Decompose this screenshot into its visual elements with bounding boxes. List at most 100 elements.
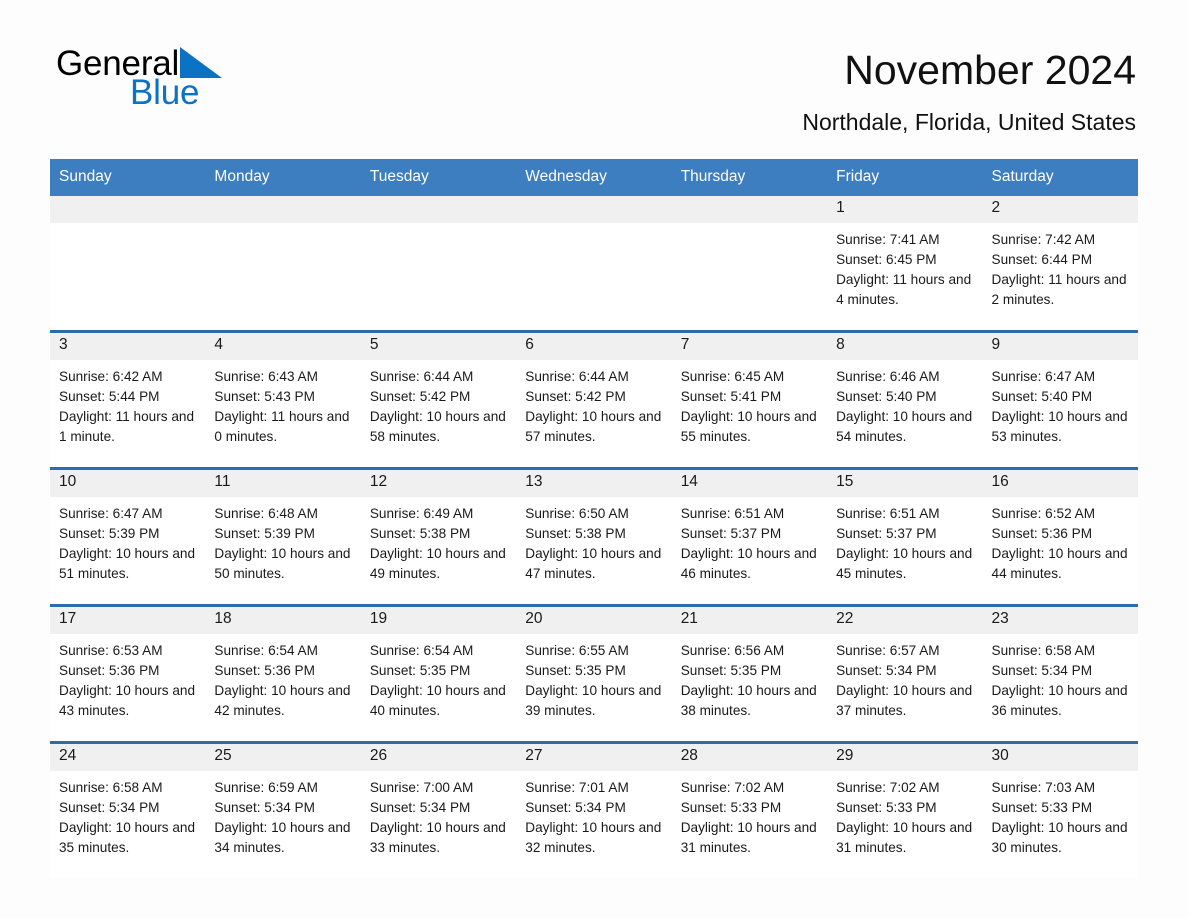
day-number: 29 [827,743,983,771]
calendar-day-cell[interactable]: 9 Sunrise: 6:47 AM Sunset: 5:40 PM Daylight… [982,329,1138,468]
day-cell-inner: 13 Sunrise: 6:50 AM Sunset: 5:38 PM Dayligh… [516,469,672,604]
day-cell-inner: 22 Sunrise: 6:57 AM Sunset: 5:34 PM Dayligh… [827,606,983,741]
sunset-text: Sunset: 5:39 PM [59,525,160,541]
day-details: Sunrise: 6:42 AM Sunset: 5:44 PM Daylight:… [50,360,205,447]
day-number: 22 [827,606,983,634]
sunset-text: Sunset: 5:34 PM [214,799,315,815]
calendar-day-cell[interactable]: 5 Sunrise: 6:44 AM Sunset: 5:42 PM Daylight… [360,329,517,468]
sunrise-text: Sunrise: 6:55 AM [525,642,629,658]
sunset-text: Sunset: 5:42 PM [525,388,626,404]
day-number: 15 [827,469,983,497]
calendar-day-cell[interactable]: 14 Sunrise: 6:51 AM Sunset: 5:37 PM Dayligh… [671,466,828,605]
sunrise-text: Sunrise: 6:53 AM [59,642,163,658]
daylight-text: Daylight: 10 hours and 42 minutes. [214,682,351,718]
weekday-header-saturday: Saturday [982,158,1138,196]
calendar-day-cell[interactable]: 16 Sunrise: 6:52 AM Sunset: 5:36 PM Dayligh… [982,466,1138,605]
daylight-text: Daylight: 10 hours and 51 minutes. [59,545,196,581]
day-number: 16 [982,469,1138,497]
sunset-text: Sunset: 5:33 PM [991,799,1093,815]
calendar-day-cell[interactable]: 22 Sunrise: 6:57 AM Sunset: 5:34 PM Dayligh… [827,603,983,742]
daylight-text: Daylight: 10 hours and 31 minutes. [680,819,817,855]
calendar-day-cell[interactable]: 7 Sunrise: 6:45 AM Sunset: 5:41 PM Daylight… [671,329,828,468]
day-details: Sunrise: 6:47 AM Sunset: 5:40 PM Daylight:… [983,360,1138,447]
day-cell-inner [360,195,517,330]
daylight-text: Daylight: 10 hours and 39 minutes. [525,682,662,718]
calendar-day-cell[interactable]: 25 Sunrise: 6:59 AM Sunset: 5:34 PM Dayligh… [205,740,361,878]
calendar-day-cell-empty [360,195,517,331]
day-cell-inner: 11 Sunrise: 6:48 AM Sunset: 5:39 PM Dayligh… [205,469,361,604]
calendar-day-cell[interactable]: 15 Sunrise: 6:51 AM Sunset: 5:37 PM Dayligh… [827,466,983,605]
day-details: Sunrise: 6:53 AM Sunset: 5:36 PM Daylight:… [50,634,205,721]
calendar-day-cell[interactable]: 17 Sunrise: 6:53 AM Sunset: 5:36 PM Dayligh… [50,603,206,742]
weekday-header-wednesday: Wednesday [516,158,672,196]
title-block: November 2024 Northdale, Florida, United… [802,46,1136,137]
sunrise-text: Sunrise: 6:47 AM [59,505,163,521]
daylight-text: Daylight: 10 hours and 50 minutes. [214,545,351,581]
day-cell-inner: 30 Sunrise: 7:03 AM Sunset: 5:33 PM Dayligh… [982,743,1138,878]
sunset-text: Sunset: 5:36 PM [214,662,315,678]
calendar-day-cell-empty [205,195,361,331]
calendar-day-cell[interactable]: 26 Sunrise: 7:00 AM Sunset: 5:34 PM Dayligh… [360,740,517,878]
daylight-text: Daylight: 10 hours and 34 minutes. [214,819,351,855]
day-cell-inner: 18 Sunrise: 6:54 AM Sunset: 5:36 PM Dayligh… [205,606,361,741]
daylight-text: Daylight: 10 hours and 49 minutes. [369,545,506,581]
sunrise-text: Sunrise: 6:48 AM [214,505,318,521]
day-number: 11 [205,469,361,497]
calendar-week-row: 24 Sunrise: 6:58 AM Sunset: 5:34 PM Dayligh… [50,740,1138,878]
sunrise-text: Sunrise: 6:54 AM [214,642,318,658]
calendar-day-cell[interactable]: 24 Sunrise: 6:58 AM Sunset: 5:34 PM Dayligh… [50,740,206,878]
day-cell-inner: 5 Sunrise: 6:44 AM Sunset: 5:42 PM Daylight… [360,332,517,467]
day-details: Sunrise: 6:52 AM Sunset: 5:36 PM Daylight:… [983,497,1138,584]
calendar-day-cell[interactable]: 28 Sunrise: 7:02 AM Sunset: 5:33 PM Dayligh… [671,740,828,878]
calendar-day-cell[interactable]: 4 Sunrise: 6:43 AM Sunset: 5:43 PM Daylight… [205,329,361,468]
day-cell-inner: 29 Sunrise: 7:02 AM Sunset: 5:33 PM Dayligh… [827,743,983,878]
day-details: Sunrise: 6:54 AM Sunset: 5:36 PM Daylight:… [205,634,360,721]
calendar-day-cell[interactable]: 1 Sunrise: 7:41 AM Sunset: 6:45 PM Daylight… [827,195,983,331]
calendar-page: General Blue November 2024 Northdale, Fl… [0,0,1188,918]
day-cell-inner: 25 Sunrise: 6:59 AM Sunset: 5:34 PM Dayligh… [205,743,361,878]
daylight-text: Daylight: 10 hours and 30 minutes. [991,819,1128,855]
calendar-day-cell[interactable]: 29 Sunrise: 7:02 AM Sunset: 5:33 PM Dayligh… [827,740,983,878]
sunrise-text: Sunrise: 6:56 AM [680,642,785,658]
day-details: Sunrise: 7:42 AM Sunset: 6:44 PM Daylight:… [983,223,1138,310]
day-details: Sunrise: 6:54 AM Sunset: 5:35 PM Daylight:… [361,634,516,721]
calendar-day-cell[interactable]: 12 Sunrise: 6:49 AM Sunset: 5:38 PM Dayligh… [360,466,517,605]
calendar-day-cell[interactable]: 13 Sunrise: 6:50 AM Sunset: 5:38 PM Dayligh… [516,466,672,605]
calendar-day-cell[interactable]: 21 Sunrise: 6:56 AM Sunset: 5:35 PM Dayligh… [671,603,828,742]
day-number: 23 [982,606,1138,634]
day-cell-inner: 28 Sunrise: 7:02 AM Sunset: 5:33 PM Dayligh… [671,743,828,878]
day-cell-inner: 12 Sunrise: 6:49 AM Sunset: 5:38 PM Dayligh… [360,469,517,604]
calendar-day-cell[interactable]: 11 Sunrise: 6:48 AM Sunset: 5:39 PM Dayligh… [205,466,361,605]
calendar-day-cell[interactable]: 6 Sunrise: 6:44 AM Sunset: 5:42 PM Daylight… [516,329,672,468]
sunrise-text: Sunrise: 7:01 AM [525,779,629,795]
day-cell-inner: 15 Sunrise: 6:51 AM Sunset: 5:37 PM Dayligh… [827,469,983,604]
calendar-day-cell[interactable]: 8 Sunrise: 6:46 AM Sunset: 5:40 PM Daylight… [827,329,983,468]
day-details: Sunrise: 7:02 AM Sunset: 5:33 PM Daylight:… [672,771,827,858]
day-number: 8 [827,332,983,360]
sunset-text: Sunset: 5:41 PM [680,388,782,404]
day-cell-inner: 21 Sunrise: 6:56 AM Sunset: 5:35 PM Dayligh… [671,606,828,741]
calendar-day-cell[interactable]: 20 Sunrise: 6:55 AM Sunset: 5:35 PM Dayligh… [516,603,672,742]
day-number: 12 [360,469,517,497]
day-number: 25 [205,743,361,771]
calendar-day-cell[interactable]: 10 Sunrise: 6:47 AM Sunset: 5:39 PM Dayligh… [50,466,206,605]
calendar-week-row: 3 Sunrise: 6:42 AM Sunset: 5:44 PM Daylight… [50,329,1138,468]
day-number: 4 [205,332,361,360]
calendar-day-cell[interactable]: 19 Sunrise: 6:54 AM Sunset: 5:35 PM Dayligh… [360,603,517,742]
calendar-day-cell[interactable]: 18 Sunrise: 6:54 AM Sunset: 5:36 PM Dayligh… [205,603,361,742]
day-number: 28 [671,743,828,771]
calendar-day-cell[interactable]: 3 Sunrise: 6:42 AM Sunset: 5:44 PM Daylight… [50,329,206,468]
calendar-day-cell[interactable]: 27 Sunrise: 7:01 AM Sunset: 5:34 PM Dayligh… [516,740,672,878]
calendar-week-row: 1 Sunrise: 7:41 AM Sunset: 6:45 PM Daylight… [50,195,1138,331]
day-details: Sunrise: 6:48 AM Sunset: 5:39 PM Daylight:… [205,497,360,584]
sunset-text: Sunset: 5:35 PM [680,662,782,678]
sunrise-text: Sunrise: 6:44 AM [525,368,629,384]
daylight-text: Daylight: 10 hours and 43 minutes. [59,682,196,718]
calendar-day-cell[interactable]: 2 Sunrise: 7:42 AM Sunset: 6:44 PM Daylight… [982,195,1138,331]
day-number: 21 [671,606,828,634]
day-cell-inner: 17 Sunrise: 6:53 AM Sunset: 5:36 PM Dayligh… [50,606,206,741]
calendar-day-cell[interactable]: 30 Sunrise: 7:03 AM Sunset: 5:33 PM Dayligh… [982,740,1138,878]
calendar-grid: Sunday Monday Tuesday Wednesday Thursday Frid… [50,158,1138,878]
calendar-day-cell[interactable]: 23 Sunrise: 6:58 AM Sunset: 5:34 PM Dayligh… [982,603,1138,742]
sunrise-text: Sunrise: 6:58 AM [59,779,163,795]
